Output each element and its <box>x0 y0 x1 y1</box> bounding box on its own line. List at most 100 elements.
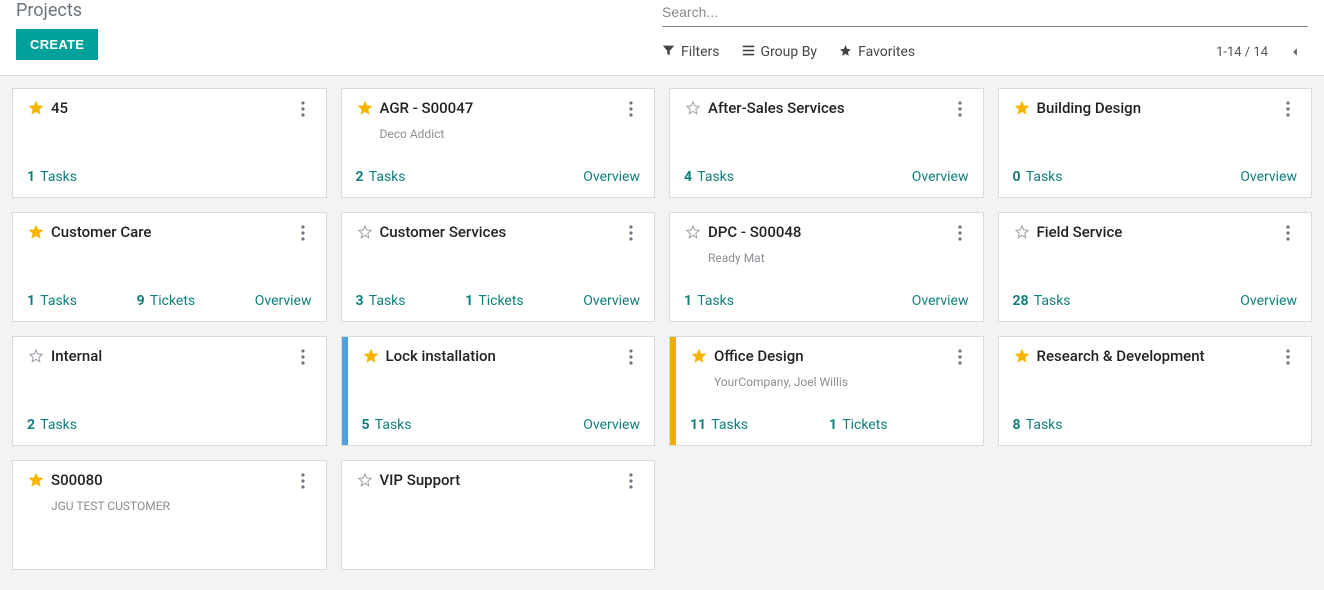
create-button[interactable]: CREATE <box>16 29 98 60</box>
project-title: Research & Development <box>1037 347 1280 367</box>
chevron-left-icon <box>1290 45 1300 60</box>
favorite-toggle[interactable] <box>1013 223 1031 241</box>
favorite-toggle[interactable] <box>684 223 702 241</box>
overview-link[interactable]: Overview <box>1240 169 1297 185</box>
project-card[interactable]: Research & Development 8 Tasks <box>998 336 1313 446</box>
more-vertical-icon <box>629 349 633 369</box>
project-card[interactable]: S00080 JGU TEST CUSTOMER <box>12 460 327 570</box>
project-title: Building Design <box>1037 99 1280 119</box>
project-card[interactable]: DPC - S00048 Ready Mat 1 Tasks Overview <box>669 212 984 322</box>
card-menu-button[interactable] <box>622 223 640 247</box>
pager-prev-button[interactable] <box>1282 39 1308 65</box>
favorite-toggle[interactable] <box>1013 347 1031 365</box>
overview-link[interactable]: Overview <box>255 293 312 309</box>
project-card[interactable]: VIP Support <box>341 460 656 570</box>
more-vertical-icon <box>301 349 305 369</box>
overview-link[interactable]: Overview <box>912 169 969 185</box>
tickets-link[interactable]: 9 Tickets <box>137 293 196 309</box>
card-menu-button[interactable] <box>622 471 640 495</box>
overview-link[interactable]: Overview <box>583 293 640 309</box>
more-vertical-icon <box>301 473 305 493</box>
project-card[interactable]: Field Service 28 Tasks Overview <box>998 212 1313 322</box>
card-menu-button[interactable] <box>622 99 640 123</box>
favorite-toggle[interactable] <box>684 99 702 117</box>
card-menu-button[interactable] <box>1279 347 1297 371</box>
more-vertical-icon <box>629 473 633 493</box>
tasks-link[interactable]: 5 Tasks <box>362 417 412 433</box>
pager-text: 1-14 / 14 <box>1216 45 1268 60</box>
tasks-link[interactable]: 0 Tasks <box>1013 169 1063 185</box>
project-card[interactable]: After-Sales Services 4 Tasks Overview <box>669 88 984 198</box>
card-menu-button[interactable] <box>1279 99 1297 123</box>
card-menu-button[interactable] <box>951 223 969 247</box>
favorite-toggle[interactable] <box>27 471 45 489</box>
overview-link[interactable]: Overview <box>912 293 969 309</box>
favorite-toggle[interactable] <box>27 347 45 365</box>
tasks-link[interactable]: 3 Tasks <box>356 293 406 309</box>
more-vertical-icon <box>629 101 633 121</box>
card-menu-button[interactable] <box>294 471 312 495</box>
project-title: Office Design <box>714 347 951 367</box>
favorite-toggle[interactable] <box>356 99 374 117</box>
card-menu-button[interactable] <box>294 99 312 123</box>
tasks-link[interactable]: 1 Tasks <box>27 169 77 185</box>
overview-link[interactable]: Overview <box>1240 293 1297 309</box>
favorites-button[interactable]: Favorites <box>839 44 915 61</box>
project-card[interactable]: Lock installation 5 Tasks Overview <box>341 336 656 446</box>
list-icon <box>742 44 755 61</box>
card-menu-button[interactable] <box>1279 223 1297 247</box>
project-title: Internal <box>51 347 294 367</box>
more-vertical-icon <box>1286 349 1290 369</box>
favorite-toggle[interactable] <box>27 99 45 117</box>
star-icon <box>839 44 852 61</box>
tasks-link[interactable]: 4 Tasks <box>684 169 734 185</box>
group-by-label: Group By <box>761 44 818 60</box>
card-menu-button[interactable] <box>951 99 969 123</box>
filters-button[interactable]: Filters <box>662 44 720 61</box>
project-card[interactable]: Internal 2 Tasks <box>12 336 327 446</box>
kanban-board: 45 1 Tasks AGR - S00047 <box>0 76 1324 590</box>
favorite-toggle[interactable] <box>690 347 708 365</box>
tickets-link[interactable]: 1 Tickets <box>829 417 888 433</box>
project-subtitle: Ready Mat <box>708 251 969 265</box>
project-subtitle: YourCompany, Joel Willis <box>714 375 969 389</box>
card-status-edge <box>670 337 676 445</box>
card-menu-button[interactable] <box>294 347 312 371</box>
tasks-link[interactable]: 2 Tasks <box>27 417 77 433</box>
project-title: Customer Services <box>380 223 623 243</box>
project-card[interactable]: Customer Services 3 Tasks 1 Tickets Over… <box>341 212 656 322</box>
card-menu-button[interactable] <box>294 223 312 247</box>
tasks-link[interactable]: 11 Tasks <box>690 417 748 433</box>
card-menu-button[interactable] <box>951 347 969 371</box>
tasks-link[interactable]: 8 Tasks <box>1013 417 1063 433</box>
project-card[interactable]: Customer Care 1 Tasks 9 Tickets Overview <box>12 212 327 322</box>
card-menu-button[interactable] <box>622 347 640 371</box>
project-card[interactable]: Building Design 0 Tasks Overview <box>998 88 1313 198</box>
tasks-link[interactable]: 1 Tasks <box>684 293 734 309</box>
page-title: Projects <box>16 0 662 21</box>
tickets-link[interactable]: 1 Tickets <box>465 293 524 309</box>
more-vertical-icon <box>301 101 305 121</box>
project-card[interactable]: 45 1 Tasks <box>12 88 327 198</box>
card-status-edge <box>342 337 348 445</box>
favorite-toggle[interactable] <box>27 223 45 241</box>
tasks-link[interactable]: 1 Tasks <box>27 293 77 309</box>
favorite-toggle[interactable] <box>362 347 380 365</box>
tasks-link[interactable]: 28 Tasks <box>1013 293 1071 309</box>
favorite-toggle[interactable] <box>1013 99 1031 117</box>
overview-link[interactable]: Overview <box>583 417 640 433</box>
favorites-label: Favorites <box>858 44 915 60</box>
project-card[interactable]: Office Design YourCompany, Joel Willis 1… <box>669 336 984 446</box>
search-input[interactable] <box>662 0 1308 24</box>
overview-link[interactable]: Overview <box>583 169 640 185</box>
project-title: 45 <box>51 99 294 119</box>
more-vertical-icon <box>958 225 962 245</box>
project-card[interactable]: AGR - S00047 Deco Addict 2 Tasks Overvie… <box>341 88 656 198</box>
favorite-toggle[interactable] <box>356 471 374 489</box>
group-by-button[interactable]: Group By <box>742 44 818 61</box>
more-vertical-icon <box>958 349 962 369</box>
favorite-toggle[interactable] <box>356 223 374 241</box>
more-vertical-icon <box>301 225 305 245</box>
project-title: Customer Care <box>51 223 294 243</box>
tasks-link[interactable]: 2 Tasks <box>356 169 406 185</box>
